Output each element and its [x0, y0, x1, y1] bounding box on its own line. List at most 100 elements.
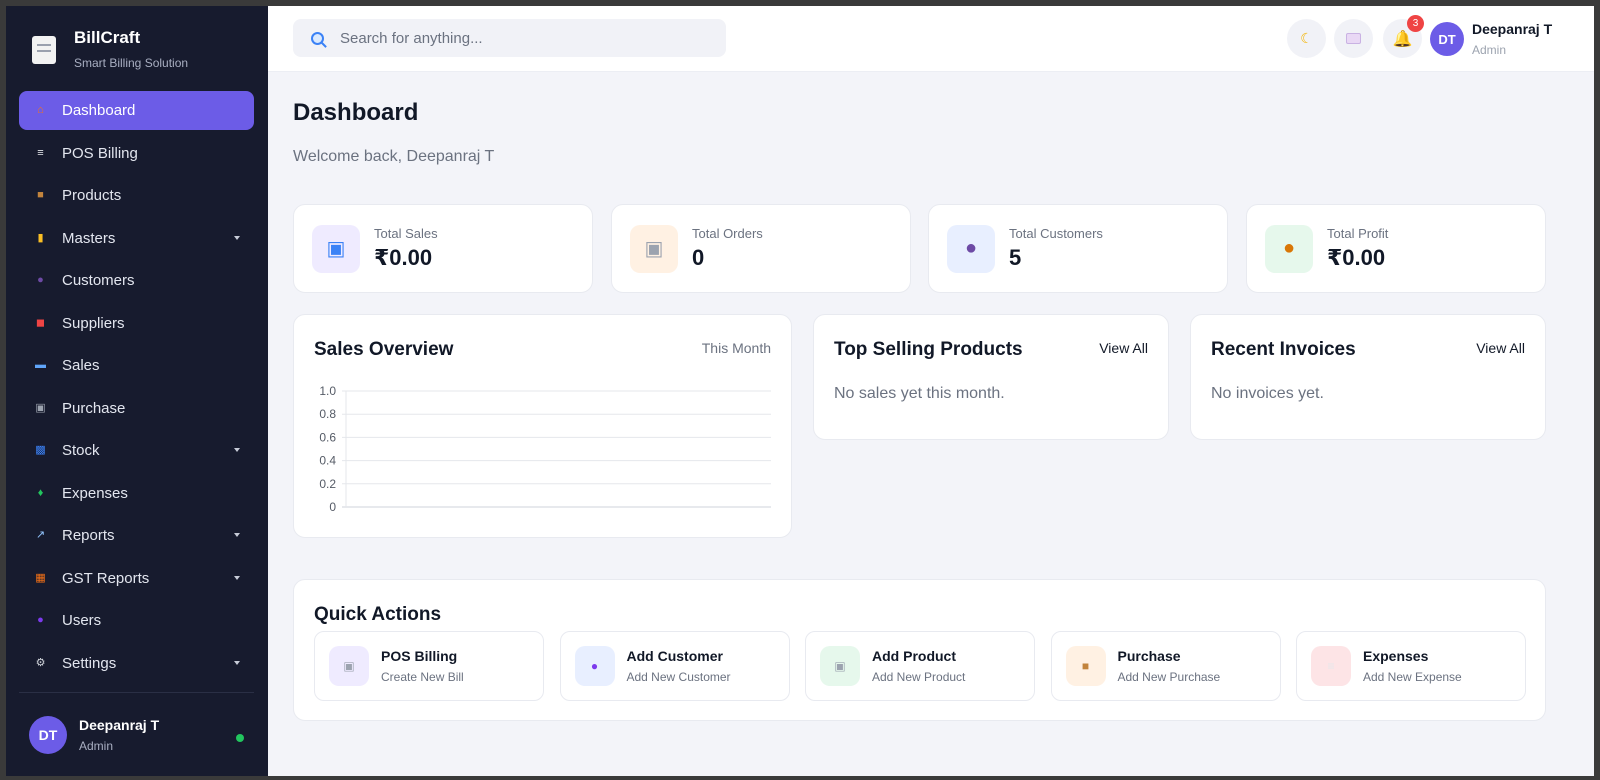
sidebar-item-masters[interactable]: ▮ Masters [19, 219, 254, 258]
avatar: DT [29, 715, 67, 754]
avatar: DT [1430, 22, 1464, 56]
sidebar-item-label: Suppliers [62, 314, 125, 332]
sidebar-item-label: Sales [62, 357, 100, 374]
recent-invoices-view-all-link[interactable]: View All [1476, 340, 1525, 356]
chevron-down-icon [234, 660, 240, 665]
sidebar-user-role: Admin [79, 738, 114, 753]
abacus-icon: ▦ [35, 571, 46, 584]
chevron-down-icon [234, 533, 240, 537]
quick-actions-card: Quick Actions ▣ POS Billing Create New Bil… [293, 579, 1546, 721]
main-content: ☾ 🔔 3 DT Deepanraj T Admin Dashboard Wel… [268, 6, 1594, 776]
stat-label: Total Orders [692, 226, 763, 241]
card-icon: ▬ [35, 359, 46, 371]
sidebar-item-customers[interactable]: ● Customers [19, 261, 254, 300]
sidebar-item-label: Reports [62, 527, 115, 544]
truck-icon: ◼ [35, 316, 46, 329]
bar-chart-icon: ▩ [35, 444, 46, 456]
sidebar-item-label: Customers [62, 272, 135, 289]
sidebar-item-dashboard[interactable]: ⌂ Dashboard [19, 91, 254, 130]
users-icon: ● [37, 274, 44, 286]
sidebar-item-expenses[interactable]: ♦ Expenses [19, 474, 254, 513]
quick-action-label: Add Product [872, 648, 956, 664]
sidebar-item-label: Settings [62, 654, 117, 672]
quick-action-sub: Add New Customer [626, 670, 731, 684]
quick-action-label: Add Customer [626, 648, 723, 664]
sidebar-item-suppliers[interactable]: ◼ Suppliers [19, 304, 254, 343]
sidebar-item-label: Stock [62, 442, 100, 459]
recent-invoices-empty-text: No invoices yet. [1211, 385, 1324, 402]
y-tick-label: 0.8 [319, 407, 336, 421]
y-tick-label: 0.2 [319, 477, 336, 491]
quick-action-expenses[interactable]: ≡ Expenses Add New Expense [1296, 631, 1526, 701]
money-wings-icon: ♦ [37, 486, 44, 499]
receipt-icon: ≡ [37, 146, 44, 159]
user-menu[interactable]: DT Deepanraj T Admin [1430, 21, 1552, 57]
bell-icon: 🔔 [1392, 30, 1413, 48]
sidebar-item-label: Purchase [62, 399, 126, 417]
receipt-icon [32, 36, 56, 64]
stat-label: Total Sales [374, 226, 438, 241]
y-tick-label: 0.6 [319, 430, 336, 444]
brand-tagline: Smart Billing Solution [74, 56, 189, 70]
stat-label: Total Customers [1009, 226, 1103, 241]
sidebar-user-name: Deepanraj T [79, 716, 160, 733]
shopping-bag-icon: ▣ [312, 224, 360, 273]
brand-name: BillCraft [74, 28, 141, 47]
user-name: Deepanraj T [1472, 21, 1553, 37]
notifications-button[interactable]: 🔔 3 [1383, 15, 1424, 58]
sidebar-item-pos-billing[interactable]: ≡ POS Billing [19, 134, 254, 173]
sidebar-user[interactable]: DT Deepanraj T Admin [19, 692, 254, 776]
theme-toggle-button[interactable]: ☾ [1287, 19, 1326, 58]
quick-action-sub: Create New Bill [381, 670, 464, 684]
quick-action-purchase[interactable]: ■ Purchase Add New Purchase [1050, 631, 1281, 701]
search-input[interactable] [340, 29, 700, 47]
app-window: BillCraft Smart Billing Solution ⌂ Dashbo… [6, 6, 1594, 776]
y-tick-label: 1.0 [319, 384, 336, 398]
sales-overview-card: Sales Overview This Month 0 0.2 0.4 0.6 0.8 1… [293, 314, 792, 538]
stat-value: ₹0.00 [1327, 245, 1386, 270]
messages-button[interactable] [1334, 19, 1373, 58]
quick-action-add-product[interactable]: ▣ Add Product Add New Product [805, 631, 1035, 701]
stat-value: ₹0.00 [374, 245, 433, 270]
user-icon: ● [574, 646, 615, 686]
quick-action-label: Expenses [1363, 648, 1429, 664]
sidebar-item-label: Products [62, 187, 122, 204]
sidebar-item-reports[interactable]: ↗ Reports [19, 516, 254, 555]
sidebar-item-sales[interactable]: ▬ Sales [19, 346, 254, 385]
stat-card-total-sales: ▣ Total Sales ₹0.00 [293, 204, 593, 293]
stat-value: 0 [692, 245, 705, 270]
stat-card-total-orders: ▣ Total Orders 0 [611, 204, 911, 293]
user-role: Admin [1472, 43, 1507, 57]
top-selling-empty-text: No sales yet this month. [834, 385, 1005, 402]
page-subtitle: Welcome back, Deepanraj T [293, 148, 495, 165]
top-selling-view-all-link[interactable]: View All [1099, 340, 1148, 356]
online-status-dot [236, 734, 244, 742]
quick-action-add-customer[interactable]: ● Add Customer Add New Customer [559, 631, 790, 701]
cart-icon: ▣ [820, 646, 860, 686]
topbar: ☾ 🔔 3 DT Deepanraj T Admin [268, 6, 1594, 72]
sidebar-item-label: POS Billing [62, 144, 138, 162]
sidebar-item-stock[interactable]: ▩ Stock [19, 431, 254, 470]
sidebar: BillCraft Smart Billing Solution ⌂ Dashbo… [6, 6, 268, 776]
chevron-down-icon [234, 575, 240, 580]
y-tick-label: 0 [329, 500, 336, 514]
y-tick-label: 0.4 [319, 454, 336, 468]
brand[interactable]: BillCraft Smart Billing Solution [6, 6, 268, 91]
top-selling-title: Top Selling Products [834, 339, 1023, 360]
sidebar-item-label: GST Reports [62, 569, 150, 587]
quick-action-sub: Add New Product [872, 670, 966, 684]
sidebar-item-gst-reports[interactable]: ▦ GST Reports [19, 559, 254, 598]
box-icon: ■ [37, 189, 44, 201]
search-box[interactable] [293, 19, 726, 57]
mail-icon [1346, 33, 1361, 44]
cart-icon: ▣ [329, 646, 369, 686]
quick-action-label: Purchase [1117, 648, 1181, 664]
quick-action-pos-billing[interactable]: ▣ POS Billing Create New Bill [314, 631, 544, 701]
users-icon: ● [947, 224, 995, 273]
sidebar-item-products[interactable]: ■ Products [19, 176, 254, 215]
sidebar-item-settings[interactable]: ⚙ Settings [19, 644, 254, 683]
sidebar-item-users[interactable]: ● Users [19, 601, 254, 640]
sidebar-item-purchase[interactable]: ▣ Purchase [19, 389, 254, 428]
notification-badge: 3 [1407, 15, 1424, 32]
recent-invoices-card: Recent Invoices View All No invoices yet… [1190, 314, 1546, 440]
